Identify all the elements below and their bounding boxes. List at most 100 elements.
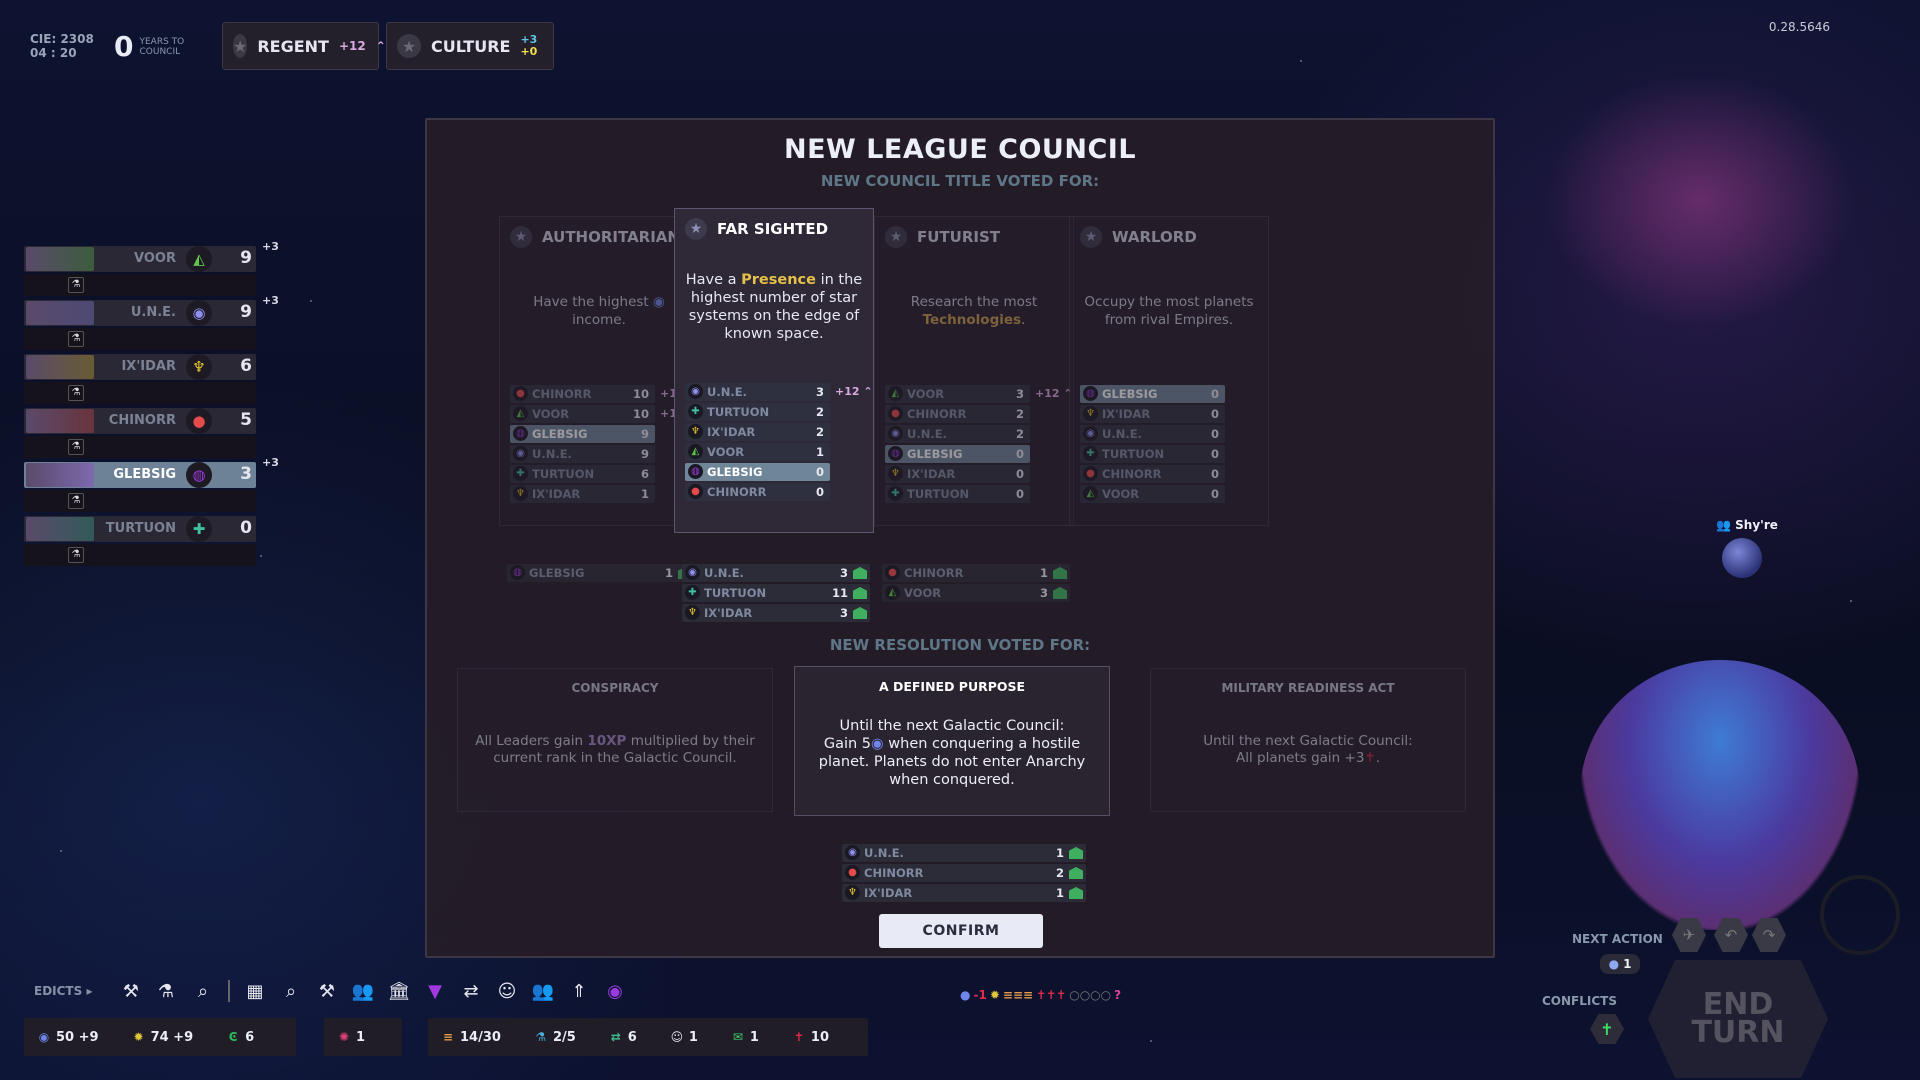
empire-name: VOOR [707,445,745,459]
culture-label: CULTURE [431,36,511,56]
resource-value: 6 [245,1029,255,1045]
title-card-far-sighted[interactable]: ★ FAR SIGHTED Have a Presence in the highe… [674,208,874,533]
standing-value: 0 [1015,467,1024,481]
military-icon: ✝✝✝ [1036,988,1067,1002]
end-turn-button[interactable]: END TURN [1648,960,1828,1078]
empire-screen-icon[interactable]: ▦ [242,978,268,1004]
research-flask-icon[interactable]: ⚗ [68,331,84,347]
u-n-e-emblem-icon: ◉ [685,565,700,580]
card-description: Have the highest ◉ income. [508,293,690,329]
standing-value: 0 [1015,447,1024,461]
conflicts-label: CONFLICTS [1542,994,1617,1008]
population-icon[interactable]: 👥 [350,978,376,1004]
next-action-button[interactable]: ● 1 [1600,954,1640,974]
resolution-card-a-defined-purpose[interactable]: A DEFINED PURPOSE Until the next Galactic… [794,666,1110,816]
empire-name: U.N.E. [704,566,744,580]
ship-icon[interactable]: ⇑ [566,978,592,1004]
empire-subrow: ⚗ [24,382,256,404]
star-medal-icon: ★ [397,34,421,58]
research-flask-icon[interactable]: ⚗ [68,385,84,401]
flask-icon[interactable]: ⚗ [153,978,179,1004]
years-count: 0 [114,30,134,63]
research-flask-icon[interactable]: ⚗ [68,493,84,509]
empire-name: TURTUON [707,405,770,419]
glebsig-emblem-icon[interactable]: ◉ [602,978,628,1004]
u-n-e-emblem-icon: ◉ [845,845,860,860]
empire-entry-chinorr[interactable]: CHINORR ● 5 ⚗ [24,408,256,458]
years-to-council: 0 YEARS TO COUNCIL [114,30,199,63]
research-flask-icon[interactable]: ⚗ [68,547,84,563]
ix-idar-emblem-icon: ♆ [888,466,903,481]
standing-row-turtuon: ✚ TURTUON 0 [1080,445,1225,463]
vote-row-ix-idar: ♆ IX'IDAR 3 [682,604,870,622]
empire-entry-turtuon[interactable]: TURTUON ✚ 0 ⚗ [24,516,256,566]
desc-line1: Until the next Galactic Council: [1203,733,1413,749]
empire-name: TURTUON [532,467,595,481]
empire-entry-ix-idar[interactable]: IX'IDAR ♆ 6 ⚗ [24,354,256,404]
resource-value: 50 +9 [56,1029,99,1045]
empire-row[interactable]: CHINORR ● 5 [24,408,256,434]
vote-row-glebsig: ◍ GLEBSIG 1 [507,564,695,582]
desc-highlight: Technologies [922,312,1022,328]
vote-row-turtuon: ✚ TURTUON 11 [682,584,870,602]
tools-icon[interactable]: ⚒ [314,978,340,1004]
empire-row[interactable]: U.N.E. ◉ 9 [24,300,256,326]
trade-arrows-icon[interactable]: ⇄ [458,978,484,1004]
edicts-button[interactable]: EDICTS ▸ [34,984,92,998]
confirm-button[interactable]: CONFIRM [879,914,1043,948]
resolution-card-conspiracy[interactable]: CONSPIRACY All Leaders gain 10XP multipli… [457,668,773,812]
standing-row-u-n-e: ◉ U.N.E. 2 [885,425,1030,443]
empire-entry-u-n-e[interactable]: U.N.E. ◉ 9 +3 ⚗ [24,294,279,350]
culture-masks-icon[interactable]: ☺ [494,978,520,1004]
card-header: ★ AUTHORITARIAN [510,225,690,249]
card-header: ★ WARLORD [1080,225,1260,249]
empire-row[interactable]: GLEBSIG ◍ 3 [24,462,256,488]
title-card-warlord[interactable]: ★ WARLORD Occupy the most planets from riv… [1069,216,1269,526]
standing-value: 0 [1210,387,1219,401]
standing-value: 0 [1210,487,1219,501]
regent-button[interactable]: ★ REGENT +12 ⌃ [222,22,386,70]
leader-portrait [26,463,94,487]
empire-name: CHINORR [532,387,592,401]
empire-subrow: ⚗ [24,328,256,350]
years-label: YEARS TO COUNCIL [139,36,185,57]
faction-emblem-icon[interactable]: ▼ [422,978,448,1004]
star-medal-icon: ★ [510,226,532,248]
empire-entry-glebsig[interactable]: GLEBSIG ◍ 3 +3 ⚗ [24,456,279,512]
star-medal-icon: ★ [233,34,248,58]
chinorr-emblem-icon: ● [888,406,903,421]
empire-row[interactable]: TURTUON ✚ 0 [24,516,256,542]
standing-row-ix-idar: ♆ IX'IDAR 1 [510,485,655,503]
envelope-vote-icon [1069,867,1083,879]
empire-entry-voor[interactable]: VOOR ◭ 9 +3 ⚗ [24,240,279,296]
empire-name: IX'IDAR [121,359,176,374]
search-icon[interactable]: ⌕ [278,978,304,1004]
diplomacy-icon[interactable]: 👥 [530,978,556,1004]
planet-shyre[interactable] [1722,538,1762,578]
resolution-card-military-readiness-act[interactable]: MILITARY READINESS ACT Until the next Gal… [1150,668,1466,812]
turtuon-emblem-icon: ✚ [1083,446,1098,461]
research-flask-icon[interactable]: ⚗ [68,277,84,293]
research-flask-icon[interactable]: ⚗ [68,439,84,455]
empire-score: 0 [240,518,252,538]
industry-gear-icon: ✹ [989,988,1000,1002]
resource-value: 1 [749,1029,759,1045]
resolution-vote-row-chinorr: ● CHINORR 2 [842,864,1086,882]
empire-row[interactable]: IX'IDAR ♆ 6 [24,354,256,380]
empire-name: IX'IDAR [864,886,913,900]
standing-row-voor: ◭VOOR10+12 ⌃ [510,405,698,423]
search-icon[interactable]: ⌕ [190,978,216,1004]
title-card-authoritarian[interactable]: ★ AUTHORITARIAN Have the highest ◉ income.… [499,216,699,526]
title-card-futurist[interactable]: ★ FUTURIST Research the most Technologies.… [874,216,1074,526]
planet-label[interactable]: 👥 Shy're [1716,518,1778,532]
tools-icon[interactable]: ⚒ [118,978,144,1004]
senate-building-icon[interactable]: 🏛 [386,978,412,1004]
envelope-vote-icon [853,567,867,579]
voor-emblem-icon: ◭ [888,386,903,401]
resource-value: 10 [810,1029,830,1045]
standing-row-glebsig: ◍ GLEBSIG 0 [885,445,1030,463]
empire-name: IX'IDAR [1102,407,1151,421]
standing-row-voor: ◭ VOOR 1 [685,443,830,461]
culture-button[interactable]: ★ CULTURE +3 +0 [386,22,554,70]
empire-row[interactable]: VOOR ◭ 9 [24,246,256,272]
